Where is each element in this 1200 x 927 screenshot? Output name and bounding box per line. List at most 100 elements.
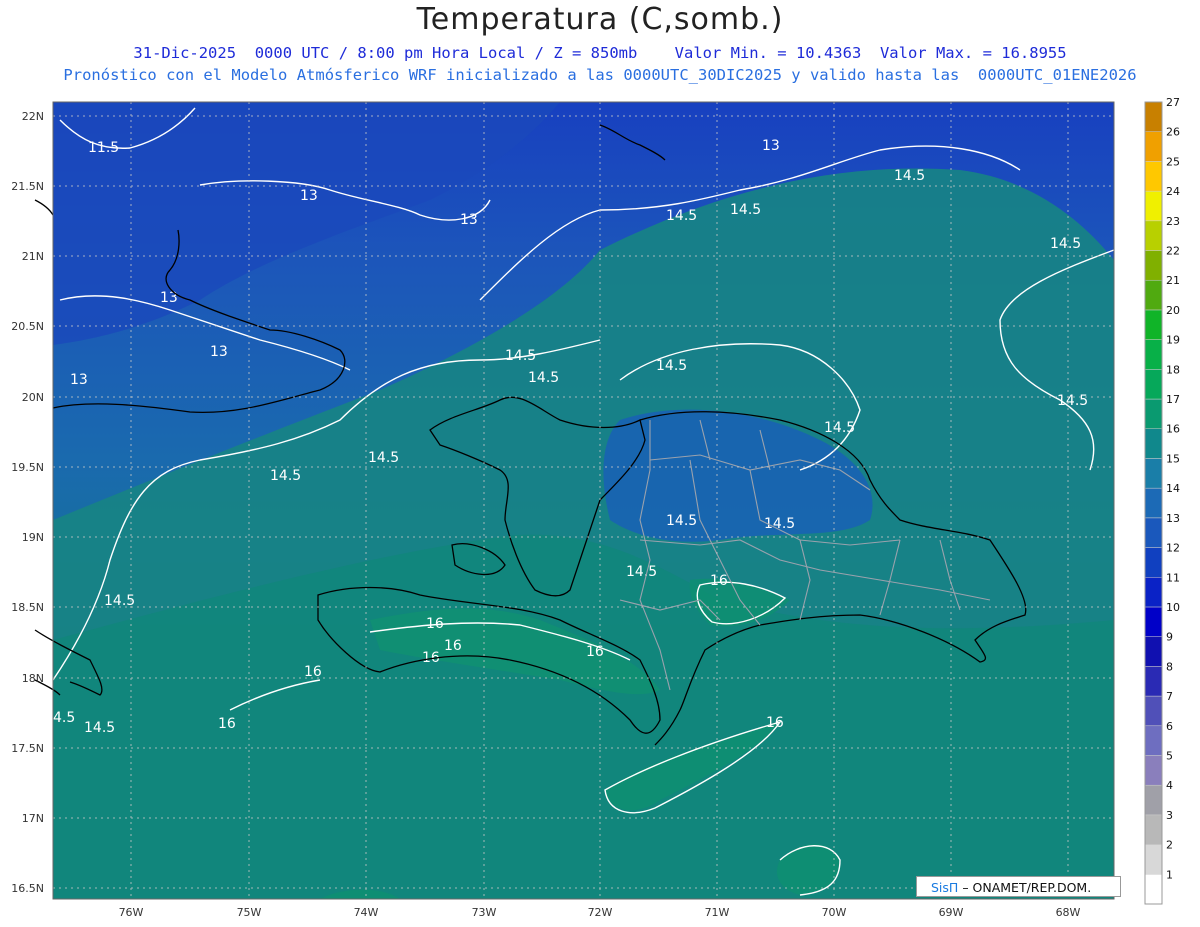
colorbar-swatch [1144, 279, 1163, 311]
longitude-axis: 76W 75W 74W 73W 72W 71W 70W 69W 68W [119, 906, 1081, 919]
lat-label: 18.5N [11, 601, 44, 614]
contour-label-13: 13 [160, 290, 178, 306]
lon-label: 70W [822, 906, 847, 919]
colorbar-swatch [1144, 398, 1163, 429]
colorbar-swatch [1144, 458, 1163, 489]
colorbar-label: 19 [1166, 334, 1180, 347]
contour-label-16: 16 [444, 638, 462, 654]
colorbar-swatch [1144, 517, 1163, 548]
contour-label-13: 13 [210, 344, 228, 360]
contour-label-14-5: 14.5 [730, 202, 761, 218]
colorbar-label: 8 [1166, 660, 1173, 673]
contour-label-14-5: 14.5 [666, 513, 697, 529]
colorbar-swatch [1144, 695, 1163, 727]
colorbar-swatch [1144, 784, 1163, 816]
contour-label-16: 16 [766, 715, 784, 731]
colorbar-label: 1 [1166, 868, 1173, 881]
colorbar-label: 20 [1166, 304, 1180, 317]
colorbar-label: 12 [1166, 542, 1180, 555]
cuba-coast-west [34, 199, 54, 216]
colorbar-label: 23 [1166, 215, 1180, 228]
contour-label-13: 13 [460, 212, 478, 228]
colorbar-label: 14 [1166, 482, 1180, 495]
lon-label: 71W [705, 906, 730, 919]
colorbar-swatch [1144, 220, 1163, 251]
contour-label-16: 16 [710, 573, 728, 589]
lon-label: 68W [1056, 906, 1081, 919]
credit-brand: SisΠ [931, 880, 959, 895]
colorbar-label: 2 [1166, 839, 1173, 852]
colorbar-label: 11 [1166, 571, 1180, 584]
contour-label-11-5: 11.5 [88, 140, 119, 156]
contour-label-16: 16 [426, 616, 444, 632]
contour-label-14-5: 14.5 [656, 358, 687, 374]
colorbar-swatch [1144, 428, 1163, 459]
lat-label: 18N [22, 672, 44, 685]
colorbar-label: 13 [1166, 512, 1180, 525]
contour-label-13: 13 [762, 138, 780, 154]
colorbar-label: 18 [1166, 363, 1180, 376]
contour-label-14-5: 14.5 [528, 370, 559, 386]
colorbar-swatch [1144, 755, 1163, 786]
colorbar-swatch [1144, 725, 1163, 756]
colorbar-swatch [1144, 487, 1163, 519]
colorbar-label: 6 [1166, 720, 1173, 733]
colorbar-label: 10 [1166, 601, 1180, 614]
colorbar-swatch [1144, 369, 1163, 400]
colorbar-swatch [1144, 339, 1163, 370]
lon-label: 76W [119, 906, 144, 919]
colorbar-label: 17 [1166, 393, 1180, 406]
contour-label-16: 16 [218, 716, 236, 732]
lat-label: 22N [22, 110, 44, 123]
lon-label: 69W [939, 906, 964, 919]
lat-label: 19N [22, 531, 44, 544]
colorbar-label: 22 [1166, 245, 1180, 258]
colorbar-label: 26 [1166, 126, 1180, 139]
lat-label: 20N [22, 391, 44, 404]
contour-label-14-5: 14.5 [894, 168, 925, 184]
colorbar-label: 16 [1166, 423, 1180, 436]
contour-label-13: 13 [70, 372, 88, 388]
colorbar-swatch [1144, 309, 1163, 340]
colorbar-swatch [1144, 101, 1163, 132]
colorbar-label: 21 [1166, 274, 1180, 287]
colorbar-swatch [1144, 814, 1163, 845]
contour-label-16: 16 [586, 644, 604, 660]
latitude-axis: 22N 21.5N 21N 20.5N 20N 19.5N 19N 18.5N … [11, 110, 44, 895]
temperature-map: 11.5 13 13 13 13 13 13 14.5 14.5 14.5 14… [11, 96, 1180, 919]
lon-label: 75W [237, 906, 262, 919]
colorbar: 1234567891011121314151617181920212223242… [1144, 96, 1180, 905]
lat-label: 20.5N [11, 320, 44, 333]
colorbar-label: 25 [1166, 155, 1180, 168]
colorbar-label: 7 [1166, 690, 1173, 703]
colorbar-label: 15 [1166, 452, 1180, 465]
lat-label: 17.5N [11, 742, 44, 755]
lon-label: 74W [354, 906, 379, 919]
lat-label: 21.5N [11, 180, 44, 193]
colorbar-swatch [1144, 666, 1163, 697]
lat-label: 21N [22, 250, 44, 263]
contour-label-4-5-partial: 4.5 [53, 710, 75, 726]
contour-label-14-5: 14.5 [626, 564, 657, 580]
colorbar-label: 27 [1166, 96, 1180, 109]
colorbar-swatch [1144, 874, 1163, 905]
colorbar-swatch [1144, 547, 1163, 578]
contour-label-13: 13 [300, 188, 318, 204]
colorbar-swatch [1144, 606, 1163, 637]
contour-label-14-5: 14.5 [270, 468, 301, 484]
colorbar-swatch [1144, 131, 1163, 162]
colorbar-swatch [1144, 250, 1163, 281]
credit-box: SisΠ – ONAMET/REP.DOM. [916, 876, 1121, 897]
lat-label: 16.5N [11, 882, 44, 895]
colorbar-swatch [1144, 190, 1163, 222]
colorbar-swatch [1144, 636, 1163, 667]
lon-label: 73W [472, 906, 497, 919]
contour-label-14-5: 14.5 [368, 450, 399, 466]
contour-label-14-5: 14.5 [824, 420, 855, 436]
colorbar-label: 24 [1166, 185, 1180, 198]
lat-label: 19.5N [11, 461, 44, 474]
colorbar-label: 3 [1166, 809, 1173, 822]
contour-label-14-5: 14.5 [1057, 393, 1088, 409]
map-frame [53, 102, 1114, 899]
contour-label-14-5: 14.5 [1050, 236, 1081, 252]
